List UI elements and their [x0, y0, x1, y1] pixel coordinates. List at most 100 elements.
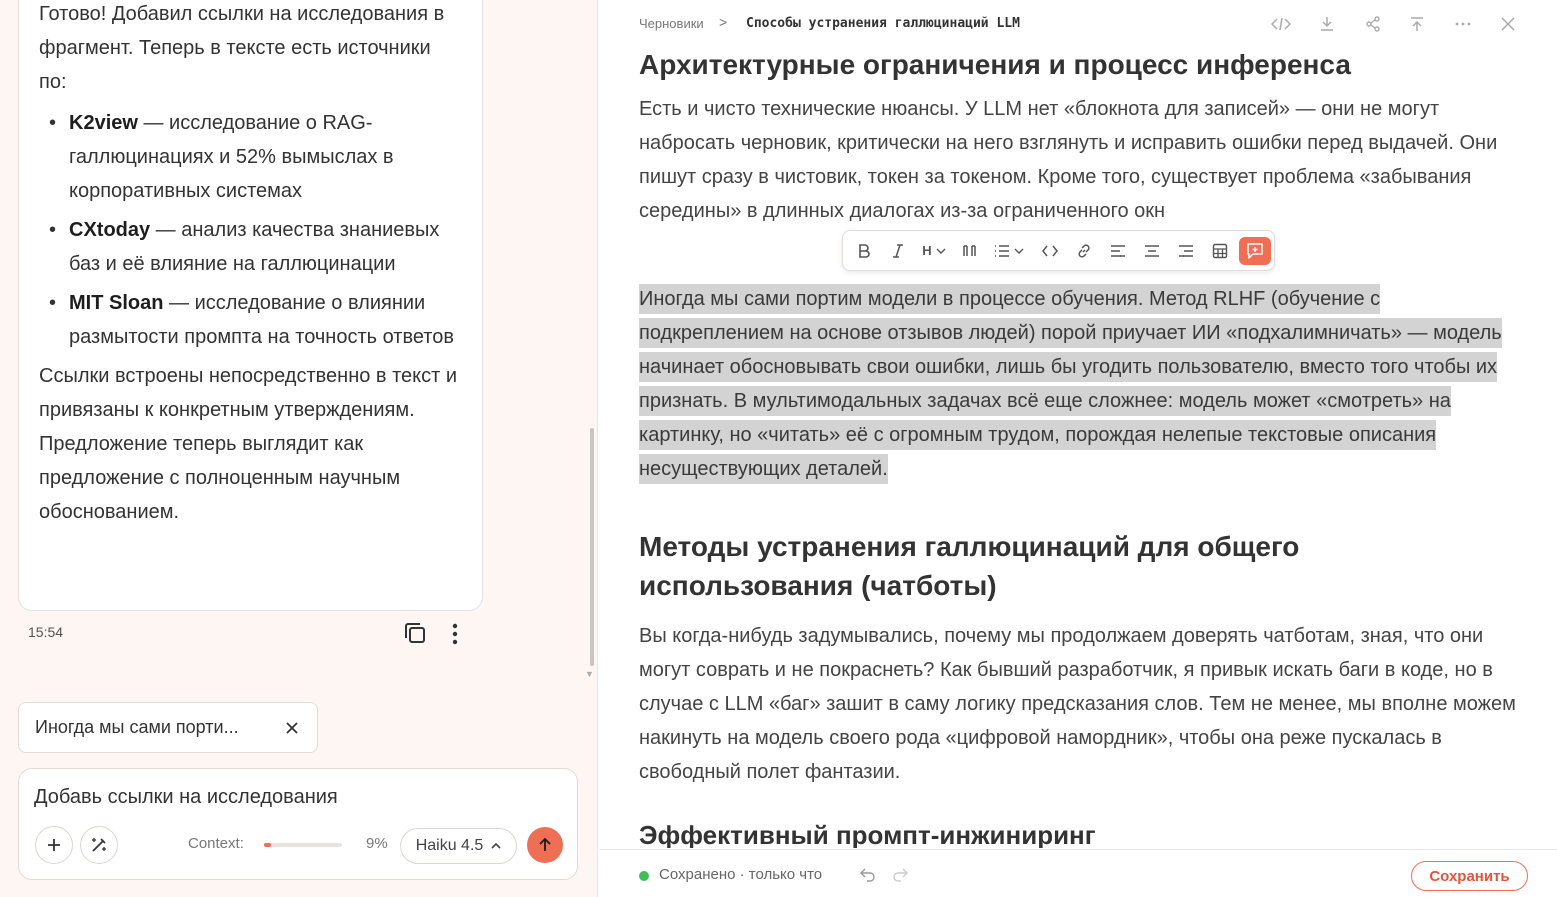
download-button[interactable]: [1315, 12, 1339, 36]
link-icon: [1078, 243, 1090, 258]
format-toolbar: H: [842, 230, 1275, 271]
chevron-up-icon: [491, 842, 501, 849]
breadcrumb-drafts[interactable]: Черновики: [639, 16, 704, 31]
copy-button[interactable]: [401, 619, 431, 649]
share-button[interactable]: [1361, 12, 1385, 36]
send-button[interactable]: [527, 827, 563, 863]
undo-button[interactable]: [858, 866, 878, 884]
align-right-button[interactable]: [1173, 237, 1199, 265]
bullet-icon: •: [49, 292, 57, 314]
editor-statusbar: Сохранено · только что Сохранить: [599, 849, 1557, 897]
heading-icon: H: [922, 243, 932, 258]
message-time: 15:54: [28, 624, 64, 640]
list-item: • MIT Sloan — исследование о влиянии разм…: [39, 286, 462, 354]
breadcrumb-current: Способы устранения галлюцинаций LLM: [746, 16, 1020, 31]
context-percent: 9%: [366, 835, 388, 852]
list-icon: [995, 244, 1009, 257]
context-meter: [264, 843, 342, 847]
redo-button[interactable]: [890, 866, 910, 884]
share-icon: [1366, 16, 1380, 32]
quote-button[interactable]: [957, 237, 983, 265]
magic-wand-icon: [92, 838, 106, 852]
more-options-button[interactable]: [1451, 12, 1475, 36]
quoted-selection-chip: Иногда мы сами порти...: [18, 702, 318, 753]
list-item: • CXtoday — анализ качества знаниевых баз…: [39, 213, 462, 281]
undo-icon: [860, 868, 875, 882]
link-button[interactable]: [1071, 237, 1097, 265]
editor-topbar: Черновики > Способы устранения галлюцина…: [599, 0, 1557, 46]
align-right-icon: [1179, 244, 1193, 257]
context-meter-fill: [264, 843, 272, 847]
quote-chip-text: Иногда мы сами порти...: [35, 717, 239, 737]
chat-composer: Добавь ссылки на исследования Context: 9…: [18, 768, 578, 880]
attach-button[interactable]: [35, 826, 73, 864]
scroll-down-icon[interactable]: ▼: [585, 669, 594, 679]
model-name: Haiku 4.5: [415, 837, 484, 854]
chevron-down-icon: [936, 248, 946, 254]
saved-status-dot: [639, 871, 649, 881]
paragraph-architecture[interactable]: Есть и чисто технические нюансы. У LLM н…: [639, 92, 1519, 228]
close-icon: [1501, 17, 1515, 31]
heading-prompt-engineering: Эффективный промпт-инжиниринг: [639, 820, 1096, 848]
message-outro: Ссылки встроены непосредственно в текст …: [39, 365, 458, 523]
source-title: CXtoday: [69, 219, 151, 241]
quote-close-button[interactable]: [281, 717, 303, 739]
code-icon: [1271, 17, 1291, 31]
plus-icon: [48, 839, 60, 851]
copy-icon: [405, 623, 425, 643]
heading-methods: Методы устранения галлюцинаций для общег…: [639, 531, 1300, 601]
save-button[interactable]: Сохранить: [1411, 861, 1528, 891]
assistant-message: Готово! Добавил ссылки на исследования в…: [18, 0, 483, 611]
quote-icon: [963, 244, 976, 256]
redo-icon: [893, 868, 908, 882]
sources-list: • K2view — исследование о RAG-галлюцинаци…: [39, 106, 462, 354]
inline-code-button[interactable]: [1037, 237, 1063, 265]
bold-button[interactable]: [851, 237, 877, 265]
text-selection[interactable]: Иногда мы сами портим модели в процессе …: [639, 284, 1502, 484]
list-button[interactable]: [989, 237, 1029, 265]
chevron-down-icon: [1014, 248, 1024, 254]
add-comment-icon: [1247, 242, 1263, 259]
upload-icon: [1411, 17, 1423, 31]
heading-architecture: Архитектурные ограничения и процесс инфе…: [639, 49, 1351, 80]
chat-scrollbar[interactable]: [590, 428, 594, 666]
upload-button[interactable]: [1405, 12, 1429, 36]
magic-button[interactable]: [80, 826, 118, 864]
align-left-icon: [1111, 244, 1125, 257]
more-vertical-icon: [452, 623, 458, 645]
inline-code-icon: [1042, 245, 1058, 256]
model-selector[interactable]: Haiku 4.5: [400, 828, 517, 864]
italic-icon: [893, 243, 903, 258]
add-comment-button[interactable]: [1239, 236, 1271, 265]
italic-button[interactable]: [885, 237, 911, 265]
breadcrumb-separator: >: [719, 14, 728, 30]
bold-icon: [859, 243, 870, 258]
context-label: Context:: [188, 835, 244, 852]
source-title: K2view: [69, 112, 138, 134]
align-center-button[interactable]: [1139, 237, 1165, 265]
source-title: MIT Sloan: [69, 292, 164, 314]
align-center-icon: [1145, 244, 1159, 257]
table-button[interactable]: [1207, 237, 1233, 265]
download-icon: [1321, 17, 1333, 31]
bullet-icon: •: [49, 112, 57, 134]
document-body[interactable]: Архитектурные ограничения и процесс инфе…: [599, 0, 1557, 848]
bullet-icon: •: [49, 219, 57, 241]
more-horizontal-icon: [1455, 22, 1471, 26]
close-editor-button[interactable]: [1496, 12, 1520, 36]
message-intro: Готово! Добавил ссылки на исследования в…: [39, 3, 445, 93]
paragraph-selected[interactable]: Иногда мы сами портим модели в процессе …: [639, 282, 1519, 486]
close-icon: [286, 721, 298, 734]
paragraph-methods[interactable]: Вы когда-нибудь задумывались, почему мы …: [639, 619, 1519, 789]
message-more-button[interactable]: [443, 619, 467, 649]
chat-panel: Готово! Добавил ссылки на исследования в…: [0, 0, 598, 897]
align-left-button[interactable]: [1105, 237, 1131, 265]
list-item: • K2view — исследование о RAG-галлюцинаци…: [39, 106, 462, 208]
heading-button[interactable]: H: [917, 237, 951, 265]
editor-panel: Черновики > Способы устранения галлюцина…: [599, 0, 1557, 897]
arrow-up-icon: [539, 837, 551, 851]
code-view-button[interactable]: [1269, 12, 1293, 36]
saved-status-text: Сохранено · только что: [659, 866, 823, 883]
chat-input[interactable]: Добавь ссылки на исследования: [34, 786, 338, 809]
table-icon: [1212, 243, 1228, 258]
